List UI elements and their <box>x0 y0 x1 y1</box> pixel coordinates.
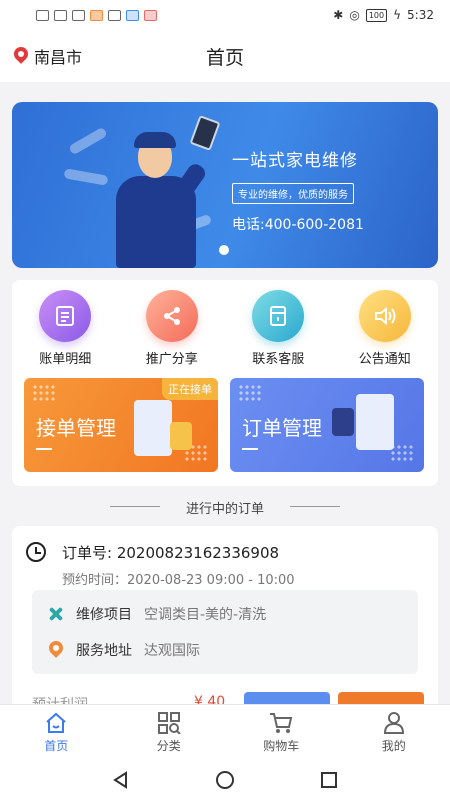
status-icons-left <box>36 9 157 21</box>
banner-title: 一站式家电维修 <box>232 151 358 171</box>
appointment-time: 预约时间：2020-08-23 09:00 - 10:00 <box>62 573 295 588</box>
service-row: 维修项目 空调类目-美的-清洗 <box>46 604 266 624</box>
app-notification-icon <box>144 9 157 21</box>
menu-item-bill[interactable]: 账单明细 <box>20 290 110 367</box>
title-underline <box>36 448 52 450</box>
home-icon <box>46 712 66 733</box>
decorative-dots <box>32 384 56 402</box>
menu-label: 推广分享 <box>145 352 198 367</box>
sim-icon <box>36 9 49 21</box>
tab-label: 我的 <box>381 738 406 753</box>
order-management-title: 订单管理 <box>242 416 322 440</box>
location-icon: ◎ <box>349 8 360 22</box>
title-underline <box>242 448 258 450</box>
share-icon <box>145 290 198 342</box>
service-label: 维修项目 <box>76 607 132 623</box>
person-illustration <box>170 422 192 450</box>
carousel-indicator[interactable] <box>219 245 229 255</box>
location-icon <box>46 640 66 660</box>
menu-label: 联系客服 <box>252 352 305 367</box>
address-label: 服务地址 <box>76 643 132 659</box>
battery-icon: 100 <box>365 8 388 22</box>
tab-cart[interactable]: 购物车 <box>225 705 338 760</box>
tools-icon <box>46 604 66 624</box>
wifi-icon <box>54 9 67 21</box>
tab-label: 分类 <box>156 738 181 753</box>
divider-right <box>290 506 340 507</box>
technician-illustration <box>98 115 221 268</box>
cart-icon <box>270 712 293 733</box>
person-illustration <box>332 408 354 436</box>
speaker-icon <box>358 290 411 342</box>
menu-item-share[interactable]: 推广分享 <box>127 290 217 367</box>
menu-label: 公告通知 <box>358 352 411 367</box>
order-management-card[interactable]: 订单管理 <box>230 378 424 472</box>
status-bar: ✱ ◎ 100 ϟ 5:32 <box>0 0 450 30</box>
section-title: 进行中的订单 <box>185 502 264 517</box>
app-header: 南昌市 首页 <box>0 30 450 82</box>
square-icon <box>320 772 337 788</box>
promo-banner[interactable]: 一站式家电维修 专业的维修，优质的服务 电话:400-600-2081 <box>12 102 438 268</box>
menu-item-notice[interactable]: 公告通知 <box>340 290 430 367</box>
banner-tagline: 专业的维修，优质的服务 <box>232 183 354 204</box>
accept-order-title: 接单管理 <box>36 416 116 440</box>
back-button[interactable] <box>112 771 130 789</box>
circle-icon <box>215 771 234 789</box>
location-pin-icon <box>14 47 28 65</box>
recents-button[interactable] <box>320 771 338 789</box>
tab-label: 首页 <box>44 738 69 753</box>
bottom-tab-bar: 首页 分类 购物车 我的 <box>0 704 450 760</box>
status-icons-right: ✱ ◎ 100 ϟ 5:32 <box>333 8 434 22</box>
document-illustration <box>134 400 172 456</box>
city-label: 南昌市 <box>34 48 83 67</box>
bill-icon <box>39 290 92 342</box>
accept-order-card[interactable]: 正在接单 接单管理 <box>24 378 218 472</box>
quick-menu-row: 账单明细 推广分享 联系客服 公告通知 <box>12 290 438 367</box>
system-nav-bar <box>0 760 450 800</box>
service-icon <box>252 290 305 342</box>
menu-label: 账单明细 <box>39 352 92 367</box>
home-nav-button[interactable] <box>215 770 235 790</box>
menu-item-customer-service[interactable]: 联系客服 <box>233 290 323 367</box>
status-time: 5:32 <box>407 8 434 22</box>
back-icon <box>113 771 128 789</box>
order-number: 订单号: 20200823162336908 <box>62 544 280 562</box>
clock-icon <box>26 542 46 562</box>
accepting-badge: 正在接单 <box>162 378 218 400</box>
tab-label: 购物车 <box>263 738 300 753</box>
charging-icon: ϟ <box>393 8 402 22</box>
user-icon <box>383 711 404 734</box>
order-card[interactable]: 订单号: 20200823162336908 预约时间：2020-08-23 0… <box>12 526 438 716</box>
tab-home[interactable]: 首页 <box>0 705 113 760</box>
order-detail-box: 维修项目 空调类目-美的-清洗 服务地址 达观国际 <box>32 590 418 674</box>
address-row: 服务地址 达观国际 <box>46 640 200 660</box>
usb-icon <box>72 9 85 21</box>
wechat-icon <box>108 9 121 21</box>
phone-illustration <box>356 394 394 450</box>
city-selector[interactable]: 南昌市 <box>14 44 82 68</box>
app-notification-icon <box>126 9 139 21</box>
banner-phone: 电话:400-600-2081 <box>232 217 364 233</box>
category-icon <box>157 711 181 734</box>
bluetooth-icon: ✱ <box>333 8 344 22</box>
tab-category[interactable]: 分类 <box>113 705 226 760</box>
decorative-dots <box>238 384 262 402</box>
app-notification-icon <box>90 9 103 21</box>
banner-text: 一站式家电维修 专业的维修，优质的服务 电话:400-600-2081 <box>224 146 364 234</box>
address-value: 达观国际 <box>144 643 200 659</box>
function-menu: 账单明细 推广分享 联系客服 公告通知 正在接单 接单管理 订单管理 <box>12 280 438 486</box>
service-value: 空调类目-美的-清洗 <box>144 607 267 623</box>
tab-mine[interactable]: 我的 <box>338 705 450 760</box>
